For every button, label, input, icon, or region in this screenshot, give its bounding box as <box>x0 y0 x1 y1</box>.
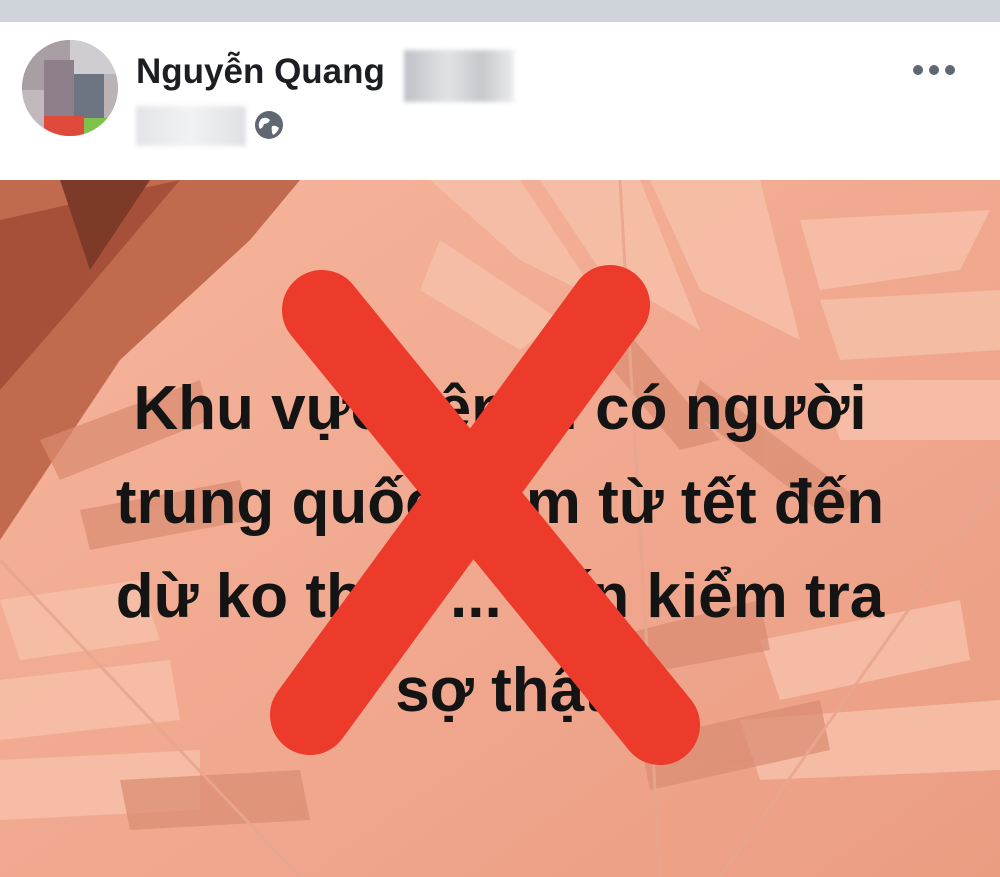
author-name[interactable]: Nguyễn Quang <box>136 52 385 92</box>
red-x-mark-icon <box>270 265 700 765</box>
redacted-timestamp[interactable] <box>136 106 246 146</box>
redacted-name <box>404 50 514 102</box>
globe-icon <box>255 111 283 139</box>
more-options-icon[interactable] <box>906 52 962 88</box>
avatar[interactable] <box>22 40 118 136</box>
post-image[interactable]: Khu vực yên ... có người trung quốc ... … <box>0 180 1000 877</box>
top-bar <box>0 0 1000 22</box>
